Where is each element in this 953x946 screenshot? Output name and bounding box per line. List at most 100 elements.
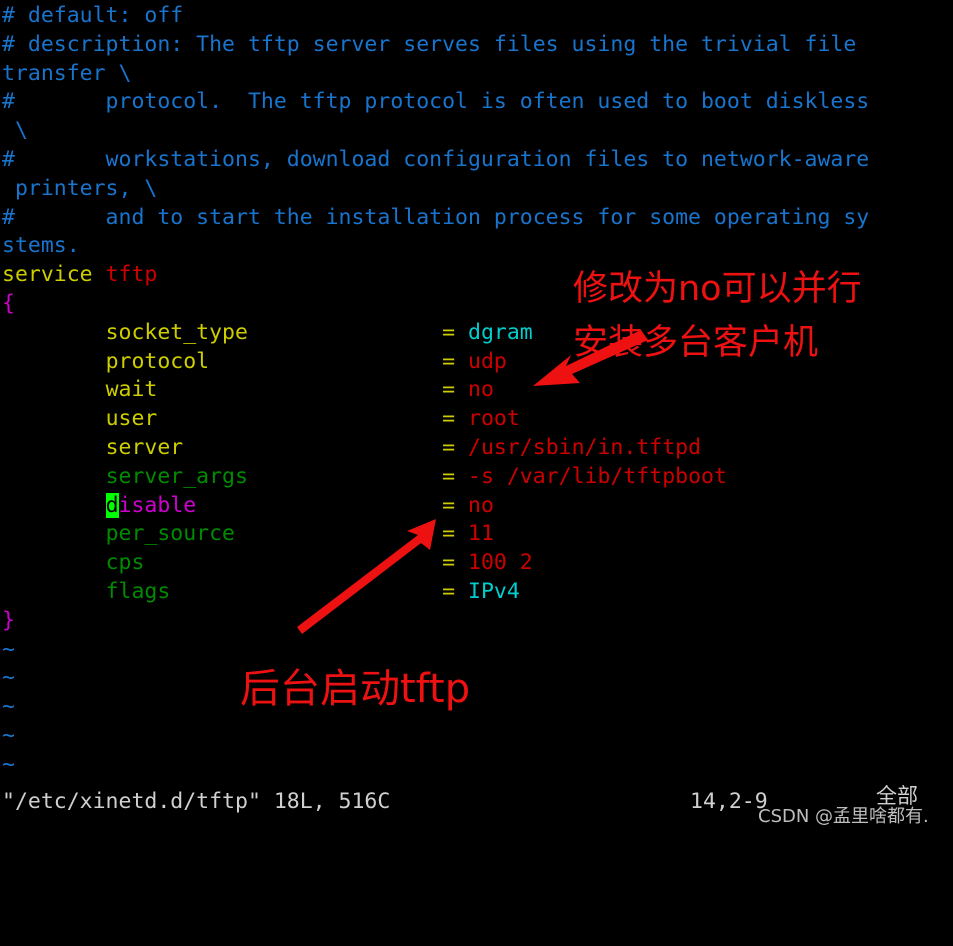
config-row[interactable]: disable = no — [0, 492, 953, 521]
config-key: user — [105, 406, 158, 432]
config-key: protocol — [105, 348, 210, 374]
buffer-line: # default: off — [0, 2, 953, 31]
key-value-gap — [157, 406, 442, 431]
buffer-line-wrap: \ — [0, 117, 953, 146]
config-key: disable — [105, 492, 197, 518]
key-value-gap — [248, 464, 442, 489]
comment-text: # and to start the installation process … — [2, 204, 870, 230]
config-row[interactable]: wait = no — [0, 376, 953, 405]
assignment-operator: = — [442, 463, 456, 489]
key-value-gap — [235, 521, 442, 546]
config-value: dgram — [468, 319, 533, 345]
annotation-wait-note-line2: 安装多台客户机 — [573, 323, 819, 363]
key-value-gap — [170, 579, 442, 604]
tilde-icon: ~ — [2, 751, 15, 777]
comment-text: transfer \ — [2, 60, 132, 86]
open-brace: { — [2, 290, 15, 316]
config-key: server — [105, 434, 184, 460]
assignment-operator: = — [442, 406, 456, 432]
key-value-gap — [144, 550, 442, 575]
buffer-line: # description: The tftp server serves fi… — [0, 31, 953, 60]
comment-text: stems. — [2, 233, 80, 259]
key-value-gap — [196, 493, 442, 518]
config-key: socket_type — [105, 319, 248, 345]
config-row[interactable]: server = /usr/sbin/in.tftpd — [0, 434, 953, 463]
annotation-wait-note-line1: 修改为no可以并行 — [573, 269, 862, 309]
buffer-line: # protocol. The tftp protocol is often u… — [0, 88, 953, 117]
csdn-watermark: CSDN @孟里啥都有. — [758, 806, 929, 827]
assignment-operator: = — [442, 434, 456, 460]
config-row[interactable]: user = root — [0, 405, 953, 434]
config-key: cps — [105, 550, 145, 576]
buffer-line: # and to start the installation process … — [0, 204, 953, 233]
config-key: flags — [105, 578, 171, 604]
comment-text: # description: The tftp server serves fi… — [2, 31, 857, 57]
config-row[interactable]: cps = 100 2 — [0, 549, 953, 578]
config-key: per_source — [105, 521, 236, 547]
config-key: wait — [105, 377, 158, 403]
empty-line-marker: ~ — [0, 664, 953, 693]
config-value: no — [468, 492, 494, 518]
config-value: no — [468, 377, 494, 403]
terminal-window: # default: off # description: The tftp s… — [0, 0, 953, 836]
config-value: 100 2 — [468, 550, 533, 576]
empty-line-marker: ~ — [0, 722, 953, 751]
tilde-icon: ~ — [2, 665, 15, 691]
config-value: /usr/sbin/in.tftpd — [468, 434, 702, 460]
service-keyword: service — [2, 262, 93, 288]
assignment-operator: = — [442, 348, 456, 374]
assignment-operator: = — [442, 550, 456, 576]
config-row[interactable]: per_source = 11 — [0, 520, 953, 549]
config-value: root — [468, 406, 520, 432]
status-cursor-position: 14,2-9 — [690, 789, 768, 814]
key-value-gap — [183, 435, 442, 460]
close-brace-line: } — [0, 607, 953, 636]
key-value-gap — [157, 377, 442, 402]
config-key-text: isable — [118, 492, 197, 518]
tilde-icon: ~ — [2, 722, 15, 748]
status-filename: "/etc/xinetd.d/tftp" 18L, 516C — [2, 789, 391, 814]
service-name: tftp — [105, 262, 158, 288]
comment-text: # protocol. The tftp protocol is often u… — [2, 89, 870, 115]
assignment-operator: = — [442, 319, 456, 345]
empty-line-markers: ~ ~ ~ ~ ~ — [0, 636, 953, 780]
text-cursor: d — [105, 492, 119, 518]
tilde-icon: ~ — [2, 636, 15, 662]
config-value: IPv4 — [468, 578, 520, 604]
assignment-operator: = — [442, 377, 456, 403]
assignment-operator: = — [442, 578, 456, 604]
empty-line-marker: ~ — [0, 751, 953, 780]
annotation-disable-note: 后台启动tftp — [240, 666, 471, 712]
empty-line-marker: ~ — [0, 636, 953, 665]
config-value: 11 — [468, 521, 494, 547]
vim-text-buffer[interactable]: # default: off # description: The tftp s… — [0, 2, 953, 780]
empty-line-marker: ~ — [0, 693, 953, 722]
tilde-icon: ~ — [2, 694, 15, 720]
comment-text: printers, \ — [2, 175, 158, 201]
buffer-line-wrap: printers, \ — [0, 175, 953, 204]
config-row[interactable]: flags = IPv4 — [0, 578, 953, 607]
config-value: -s /var/lib/tftpboot — [468, 463, 727, 489]
config-row[interactable]: server_args = -s /var/lib/tftpboot — [0, 463, 953, 492]
config-key: server_args — [105, 463, 248, 489]
assignment-operator: = — [442, 492, 456, 518]
close-brace: } — [2, 607, 15, 633]
buffer-line-wrap: transfer \ — [0, 60, 953, 89]
comment-text: # workstations, download configuration f… — [2, 146, 870, 172]
